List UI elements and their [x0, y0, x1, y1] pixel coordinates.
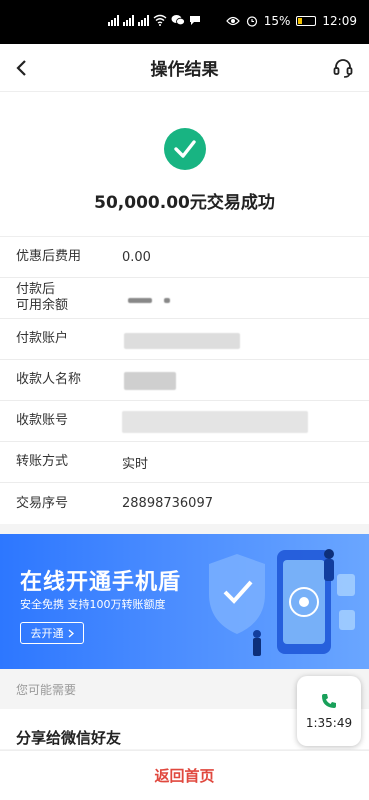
detail-value: 28898736097: [122, 496, 213, 511]
detail-row-transfer-method: 转账方式 实时: [0, 442, 369, 483]
detail-row-payer-account: 付款账户: [0, 319, 369, 360]
status-bar: 15% 12:09: [0, 0, 369, 44]
result-message: 50,000.00元交易成功: [94, 193, 275, 213]
redacted-value: [124, 372, 176, 390]
detail-label: 转账方式: [16, 454, 69, 469]
detail-value: 0.00: [122, 249, 151, 265]
promo-banner[interactable]: 在线开通手机盾 安全免携 支持100万转账额度 去开通: [0, 534, 369, 669]
detail-row-payee-account: 收款账号: [0, 401, 369, 442]
detail-label: 交易序号: [16, 495, 69, 511]
bottom-bar: 返回首页: [0, 750, 369, 800]
detail-label: 收款账号: [16, 413, 69, 428]
battery-percent: 15%: [263, 14, 291, 28]
chevron-right-icon: [68, 629, 74, 637]
battery-icon: [296, 16, 317, 26]
wechat-icon: [171, 15, 185, 26]
navigation-bar: 操作结果: [0, 44, 369, 92]
detail-row-payee-name: 收款人名称: [0, 360, 369, 401]
detail-label: 付款后 可用余额: [16, 282, 69, 313]
return-home-button[interactable]: 返回首页: [154, 765, 214, 786]
detail-row-fee: 优惠后费用 0.00: [0, 237, 369, 278]
success-check-icon: [164, 128, 206, 170]
redacted-value: [122, 411, 308, 433]
alarm-icon: [246, 16, 257, 27]
eye-icon: [225, 16, 240, 26]
detail-label: 优惠后费用: [16, 249, 82, 264]
ongoing-call-chip[interactable]: 1:35:49: [297, 676, 361, 746]
signal-icon: [138, 14, 149, 26]
headset-icon: [333, 59, 353, 78]
result-panel: 50,000.00元交易成功: [0, 92, 369, 236]
detail-value: 实时: [122, 456, 149, 472]
detail-row-serial-number: 交易序号 28898736097: [0, 483, 369, 524]
detail-label: 付款账户: [16, 331, 69, 346]
customer-service-button[interactable]: [329, 54, 357, 82]
redacted-value: [128, 298, 152, 303]
wifi-icon: [153, 14, 167, 26]
redacted-value: [124, 333, 240, 349]
chevron-left-icon: [16, 60, 26, 76]
activate-button[interactable]: 去开通: [20, 622, 84, 644]
detail-label: 收款人名称: [16, 372, 82, 387]
back-button[interactable]: [8, 54, 36, 82]
activate-button-label: 去开通: [30, 627, 64, 640]
signal-icon: [123, 14, 134, 26]
status-right: 15% 12:09: [225, 14, 357, 28]
signal-indicators: [108, 14, 201, 26]
banner-subtitle: 安全免携 支持100万转账额度: [20, 598, 166, 611]
clock-time: 12:09: [322, 14, 357, 28]
message-icon: [190, 16, 200, 25]
detail-row-balance: 付款后 可用余额: [0, 278, 369, 319]
phone-icon: [322, 694, 336, 708]
page-title: 操作结果: [150, 60, 219, 80]
signal-icon: [108, 14, 119, 26]
banner-title: 在线开通手机盾: [20, 570, 182, 595]
call-duration: 1:35:49: [305, 716, 353, 730]
redacted-value: [164, 298, 170, 303]
phone-shield-illustration: [209, 549, 355, 656]
transaction-details: 优惠后费用 0.00 付款后 可用余额 付款账户 收款人名称 收款账号 转账方式…: [0, 236, 369, 524]
